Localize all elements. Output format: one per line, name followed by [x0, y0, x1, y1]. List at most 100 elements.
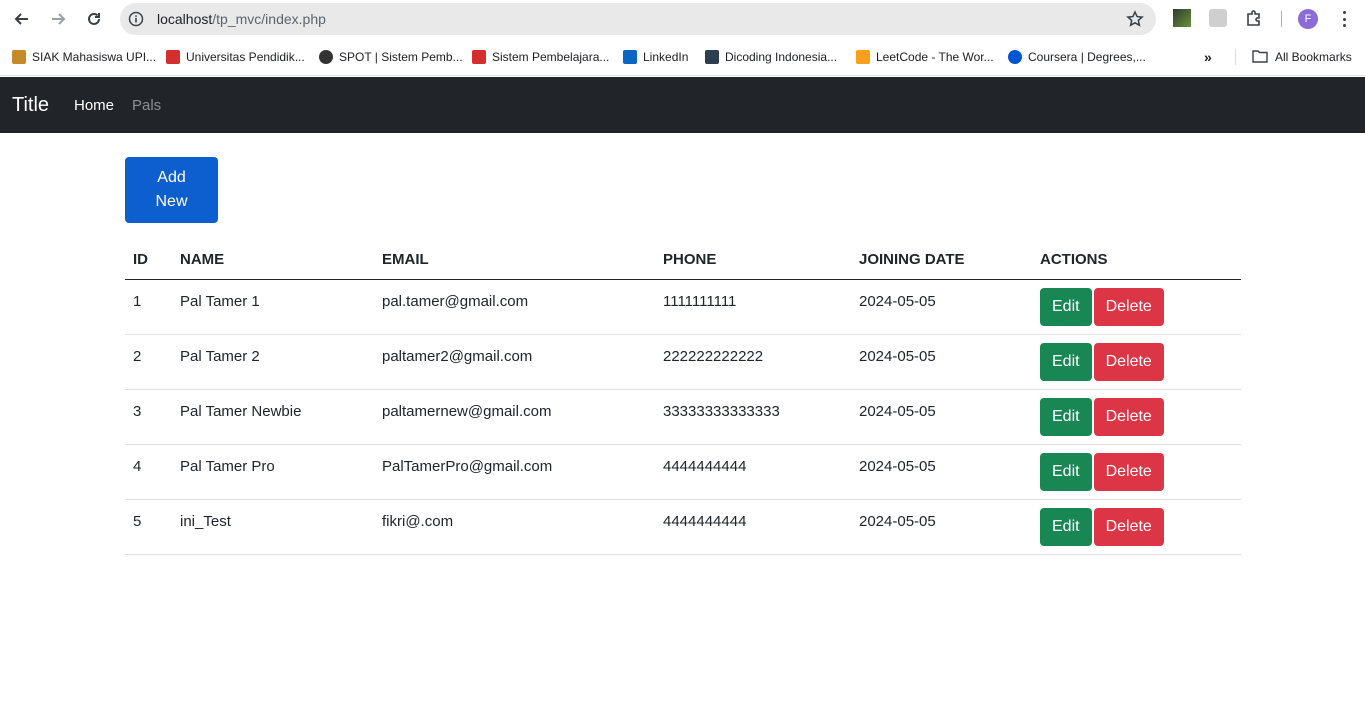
header-email: EMAIL: [374, 241, 655, 280]
edit-button[interactable]: Edit: [1040, 507, 1092, 546]
add-new-label: Add New: [155, 169, 188, 210]
reload-icon[interactable]: [82, 7, 106, 31]
delete-button[interactable]: Delete: [1093, 342, 1164, 381]
cell-phone: 222222222222: [655, 334, 851, 390]
cell-name: Pal Tamer 2: [172, 334, 374, 390]
add-new-button[interactable]: Add New: [125, 157, 218, 223]
bookmark-item[interactable]: SIAK Mahasiswa UPI...: [12, 48, 156, 66]
cell-phone: 4444444444: [655, 444, 851, 500]
address-bar[interactable]: localhost/tp_mvc/index.php: [120, 3, 1156, 35]
cell-name: Pal Tamer Pro: [172, 444, 374, 500]
delete-button[interactable]: Delete: [1093, 397, 1164, 436]
cell-actions: Edit Delete: [1032, 334, 1241, 390]
bookmark-favicon-icon: [472, 50, 486, 64]
cell-date: 2024-05-05: [851, 499, 1032, 555]
url-path: /tp_mvc/index.php: [212, 11, 326, 27]
cell-email: fikri@.com: [374, 499, 655, 555]
cell-actions: Edit Delete: [1032, 444, 1241, 500]
bookmark-label: Dicoding Indonesia...: [725, 50, 838, 64]
cell-actions: Edit Delete: [1032, 389, 1241, 445]
bookmark-item[interactable]: LinkedIn: [623, 48, 688, 66]
navbar-brand[interactable]: Title: [12, 94, 49, 117]
url-host: localhost: [157, 11, 213, 27]
bookmark-favicon-icon: [12, 50, 26, 64]
bookmark-label: SPOT | Sistem Pemb...: [339, 50, 463, 64]
bookmarks-divider: [1235, 49, 1236, 65]
browser-toolbar: localhost/tp_mvc/index.php F: [0, 0, 1365, 38]
leetcode-icon: [856, 50, 870, 64]
cell-email: paltamernew@gmail.com: [374, 389, 655, 445]
cell-id: 4: [125, 444, 172, 500]
cell-id: 3: [125, 389, 172, 445]
cell-email: PalTamerPro@gmail.com: [374, 444, 655, 500]
bookmark-favicon-icon: [166, 50, 180, 64]
edit-button[interactable]: Edit: [1040, 452, 1092, 491]
bookmark-item[interactable]: Dicoding Indonesia...: [705, 48, 837, 66]
bookmark-item[interactable]: Sistem Pembelajara...: [472, 48, 609, 66]
site-info-icon[interactable]: [128, 11, 144, 32]
all-bookmarks-label: All Bookmarks: [1275, 50, 1352, 64]
extension-icon[interactable]: [1173, 9, 1191, 27]
bookmark-item[interactable]: LeetCode - The Wor...: [856, 48, 994, 66]
bookmark-item[interactable]: Universitas Pendidik...: [166, 48, 305, 66]
edit-button[interactable]: Edit: [1040, 397, 1092, 436]
menu-dots-icon[interactable]: [1336, 9, 1352, 29]
header-joining-date: JOINING DATE: [851, 241, 1032, 280]
extension-icon[interactable]: [1209, 9, 1227, 27]
app-navbar: Title Home Pals: [0, 77, 1365, 133]
cell-email: paltamer2@gmail.com: [374, 334, 655, 390]
cell-date: 2024-05-05: [851, 444, 1032, 500]
delete-button[interactable]: Delete: [1093, 507, 1164, 546]
cell-email: pal.tamer@gmail.com: [374, 279, 655, 335]
bookmark-label: Universitas Pendidik...: [186, 50, 305, 64]
bookmark-star-icon[interactable]: [1126, 10, 1144, 33]
header-id: ID: [125, 241, 172, 280]
cell-name: Pal Tamer Newbie: [172, 389, 374, 445]
table-row: 4 Pal Tamer Pro PalTamerPro@gmail.com 44…: [125, 444, 1241, 500]
bookmark-favicon-icon: [705, 50, 719, 64]
nav-link-home[interactable]: Home: [74, 97, 114, 114]
bookmarks-bar: SIAK Mahasiswa UPI... Universitas Pendid…: [0, 38, 1365, 76]
pals-table: ID NAME EMAIL PHONE JOINING DATE ACTIONS…: [125, 241, 1241, 555]
cell-name: ini_Test: [172, 499, 374, 555]
cell-actions: Edit Delete: [1032, 279, 1241, 335]
more-bookmarks-chevron-icon[interactable]: »: [1204, 48, 1212, 66]
bookmark-label: LeetCode - The Wor...: [876, 50, 994, 64]
bookmark-item[interactable]: Coursera | Degrees,...: [1008, 48, 1146, 66]
edit-button[interactable]: Edit: [1040, 287, 1092, 326]
cell-id: 1: [125, 279, 172, 335]
table-row: 1 Pal Tamer 1 pal.tamer@gmail.com 111111…: [125, 279, 1241, 335]
bookmark-label: Sistem Pembelajara...: [492, 50, 610, 64]
forward-arrow-icon[interactable]: [46, 7, 70, 31]
cell-name: Pal Tamer 1: [172, 279, 374, 335]
cell-date: 2024-05-05: [851, 279, 1032, 335]
all-bookmarks[interactable]: All Bookmarks: [1252, 48, 1352, 66]
bookmark-label: SIAK Mahasiswa UPI...: [32, 50, 157, 64]
delete-button[interactable]: Delete: [1093, 452, 1164, 491]
profile-avatar[interactable]: F: [1298, 9, 1318, 29]
cell-date: 2024-05-05: [851, 334, 1032, 390]
cell-id: 2: [125, 334, 172, 390]
table-row: 3 Pal Tamer Newbie paltamernew@gmail.com…: [125, 389, 1241, 445]
delete-button[interactable]: Delete: [1093, 287, 1164, 326]
table-row: 5 ini_Test fikri@.com 4444444444 2024-05…: [125, 499, 1241, 555]
cell-date: 2024-05-05: [851, 389, 1032, 445]
bookmark-label: Coursera | Degrees,...: [1028, 50, 1146, 64]
coursera-icon: [1008, 50, 1022, 64]
cell-phone: 1111111111: [655, 279, 851, 335]
cell-phone: 33333333333333: [655, 389, 851, 445]
back-arrow-icon[interactable]: [10, 7, 34, 31]
cell-actions: Edit Delete: [1032, 499, 1241, 555]
header-phone: PHONE: [655, 241, 851, 280]
edit-button[interactable]: Edit: [1040, 342, 1092, 381]
header-name: NAME: [172, 241, 374, 280]
cell-id: 5: [125, 499, 172, 555]
url-text: localhost/tp_mvc/index.php: [157, 11, 326, 27]
nav-link-pals[interactable]: Pals: [132, 97, 161, 114]
cell-phone: 4444444444: [655, 499, 851, 555]
linkedin-icon: [623, 50, 637, 64]
bookmark-item[interactable]: SPOT | Sistem Pemb...: [319, 48, 463, 66]
toolbar-divider: [1281, 11, 1282, 27]
folder-icon: [1252, 49, 1268, 66]
puzzle-icon[interactable]: [1245, 9, 1263, 27]
